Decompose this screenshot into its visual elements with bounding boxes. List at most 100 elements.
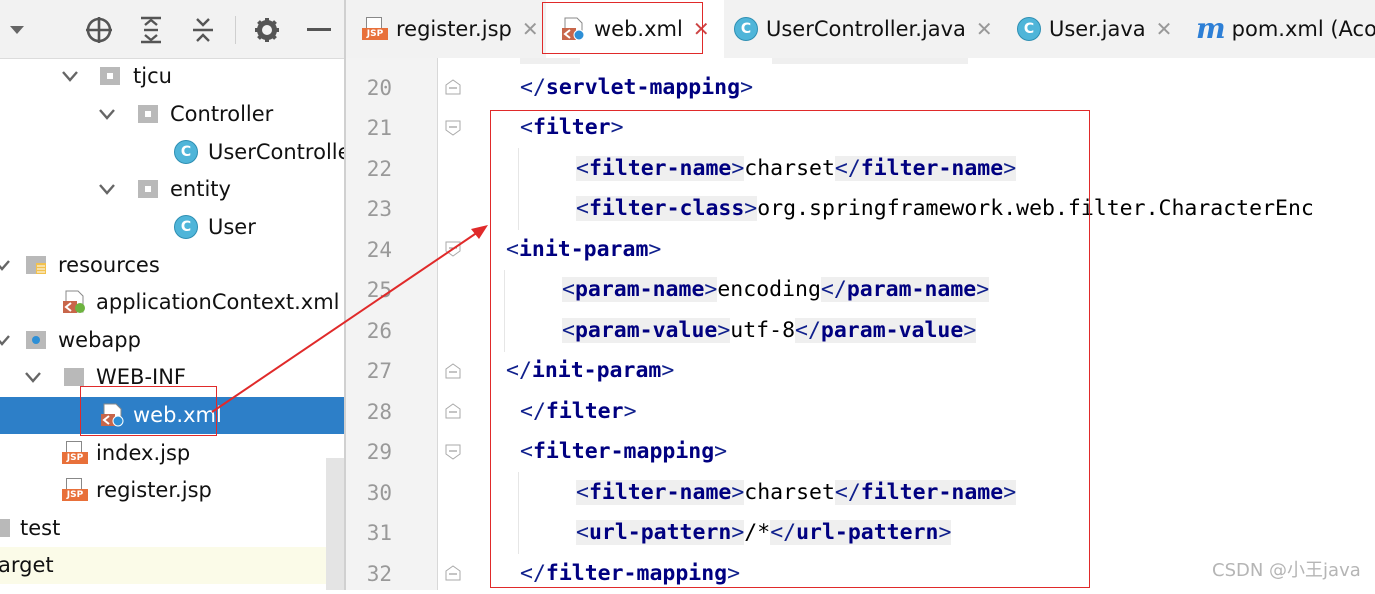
tree-item-register-jsp[interactable]: JSP register.jsp [0,472,344,509]
tree-item-tjcu[interactable]: tjcu [0,58,344,95]
fold-end-icon[interactable] [444,402,462,420]
tab-label: register.jsp [396,17,512,41]
code-line: <filter-name>charset</filter-name> [576,156,1017,181]
tree-item-label: entity [170,177,231,201]
project-toolbar [0,0,344,59]
fold-start-icon[interactable] [444,119,462,137]
line-number: 27 [366,359,392,383]
tree-item-test[interactable]: test [0,510,344,547]
close-icon[interactable]: ✕ [976,17,993,41]
folder-icon [0,519,10,537]
tab-label: User.java [1049,17,1146,41]
code-line: </filter-mapping> [520,561,741,586]
class-icon: C [174,215,198,239]
chevron-down-icon[interactable] [60,66,80,86]
tab-usercontroller-java[interactable]: C UserController.java ✕ [734,0,993,58]
tab-user-java[interactable]: C User.java ✕ [1017,0,1172,58]
project-tree: tjcu Controller C UserControlle entity C… [0,58,344,590]
class-icon: C [734,17,758,41]
tree-item-resources[interactable]: resources [0,247,344,284]
code-line: <filter> [520,115,624,140]
package-folder-icon [100,67,120,85]
close-icon[interactable]: ✕ [693,17,710,41]
fold-end-icon[interactable] [444,564,462,582]
tree-item-label: tjcu [133,64,172,88]
tree-item-label: WEB-INF [96,365,186,389]
tree-item-web-inf[interactable]: WEB-INF [0,359,344,396]
line-number: 32 [366,562,392,586]
code-line: <init-param> [506,237,662,262]
jsp-file-icon: JSP [362,17,388,41]
chevron-down-icon[interactable] [0,255,12,275]
tab-register-jsp[interactable]: JSP register.jsp ✕ [362,0,539,58]
tree-item-web-xml[interactable]: web.xml [0,397,344,434]
toolbar-divider [235,16,236,44]
web-xml-file-icon [562,17,585,41]
code-line: </filter> [520,399,637,424]
jsp-file-icon: JSP [62,478,88,502]
package-folder-icon [138,105,158,123]
close-icon[interactable]: ✕ [1156,17,1173,41]
fold-end-icon[interactable] [444,78,462,96]
code-line: </servlet-mapping> [520,75,754,100]
indent-guide [504,270,505,352]
package-folder-icon [138,180,158,198]
maven-icon: m [1196,12,1226,45]
tab-label: pom.xml (Acou [1231,17,1375,41]
tree-item-label: web.xml [133,403,222,427]
locate-target-icon[interactable] [84,15,114,45]
tab-pom-xml[interactable]: m pom.xml (Acou [1196,0,1375,58]
tree-item-usercontroller[interactable]: C UserControlle [0,134,344,171]
tree-item-applicationcontext[interactable]: applicationContext.xml [0,284,344,321]
chevron-down-icon[interactable] [0,330,12,350]
minimize-icon[interactable] [304,15,334,45]
line-number: 25 [366,278,392,302]
tree-item-index-jsp[interactable]: JSP index.jsp [0,435,344,472]
project-panel: tjcu Controller C UserControlle entity C… [0,0,344,590]
line-number: 24 [366,238,392,262]
tree-item-target[interactable]: arget [0,547,344,584]
tree-item-label: webapp [58,328,141,352]
code-line: <param-value>utf-8</param-value> [562,318,977,343]
spring-xml-file-icon [63,290,85,313]
line-number: 20 [366,76,392,100]
line-number: 29 [366,440,392,464]
line-number: 22 [366,157,392,181]
chevron-down-icon[interactable] [97,179,117,199]
code-line: <url-pattern>/*</url-pattern> [576,520,952,545]
web-xml-file-icon [101,403,124,427]
expand-all-icon[interactable] [136,15,166,45]
tree-item-controller[interactable]: Controller [0,96,344,133]
chevron-down-icon[interactable] [2,15,32,45]
chevron-down-icon[interactable] [23,367,43,387]
class-icon: C [1017,17,1041,41]
collapse-all-icon[interactable] [188,15,218,45]
tree-item-webapp[interactable]: webapp [0,322,344,359]
tree-item-user[interactable]: C User [0,209,344,246]
tab-web-xml[interactable]: web.xml ✕ [546,0,724,58]
fold-start-icon[interactable] [444,240,462,258]
folder-icon [64,368,84,386]
resources-folder-icon [26,256,46,274]
chevron-down-icon[interactable] [97,104,117,124]
line-number: 21 [366,116,392,140]
line-number: 30 [366,481,392,505]
project-scrollbar[interactable] [326,458,344,590]
tree-item-entity[interactable]: entity [0,171,344,208]
tree-item-label: UserControlle [208,140,344,164]
jsp-file-icon: JSP [62,441,88,465]
gear-icon[interactable] [252,15,282,45]
fold-start-icon[interactable] [444,443,462,461]
web-folder-icon [26,331,46,349]
close-icon[interactable]: ✕ [522,17,539,41]
indent-guide [518,148,519,230]
fold-end-icon[interactable] [444,362,462,380]
class-icon: C [174,140,198,164]
previous-line-fragment [772,58,968,64]
tree-item-label: index.jsp [96,441,191,465]
editor-tab-bar: JSP register.jsp ✕ web.xml ✕ C UserContr… [346,0,1375,59]
tab-label: web.xml [594,17,683,41]
tab-label: UserController.java [766,17,966,41]
previous-line-fragment [520,58,580,64]
line-number: 23 [366,197,392,221]
